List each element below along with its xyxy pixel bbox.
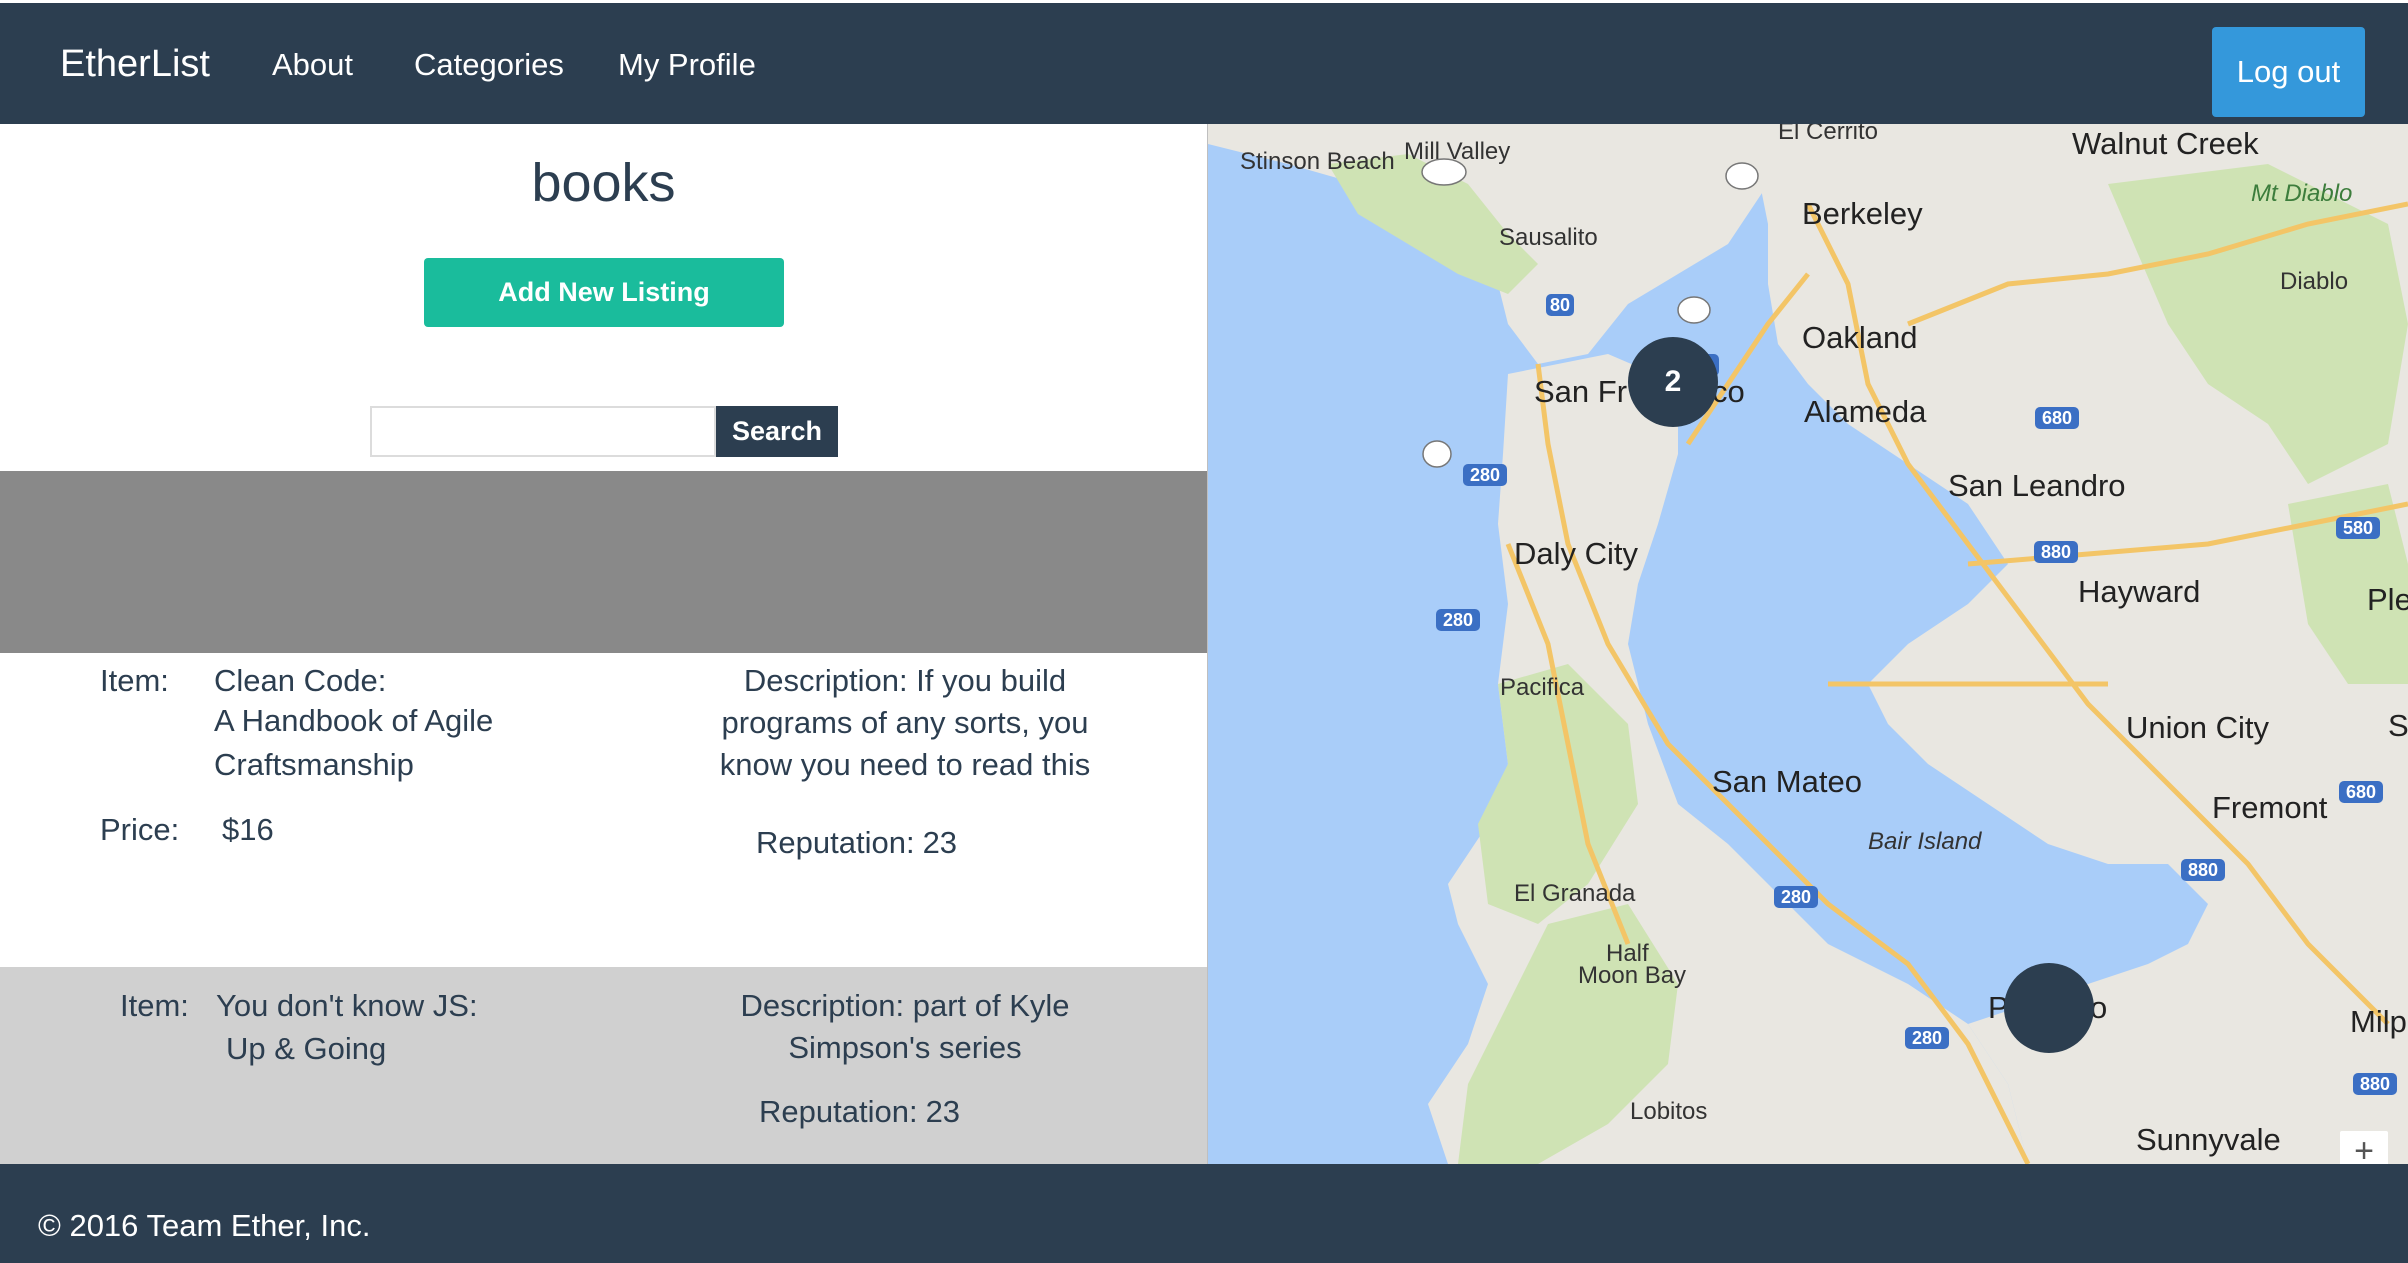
map-label: Oakland — [1802, 320, 1918, 355]
svg-text:580: 580 — [2343, 518, 2373, 538]
nav-categories-link[interactable]: Categories — [414, 47, 564, 83]
map-label: El Granada — [1514, 880, 1636, 907]
item-label: Item: — [100, 663, 169, 698]
map-label: Diablo — [2280, 268, 2349, 295]
map-label: Plea — [2367, 582, 2408, 617]
map-label: Milpi — [2350, 1004, 2408, 1039]
nav-my-profile-link[interactable]: My Profile — [618, 47, 756, 83]
map-label: San Fr — [1534, 374, 1628, 409]
map-label: Lobitos — [1630, 1098, 1708, 1125]
listing-item[interactable]: Item: You don't know JS: Up & Going Desc… — [0, 967, 1207, 1164]
map-label: Mill Valley — [1404, 138, 1511, 165]
description-line: know you need to read this — [719, 747, 1091, 782]
svg-text:880: 880 — [2188, 860, 2218, 880]
map-label: El Cerrito — [1778, 124, 1879, 145]
item-title-line: A Handbook of Agile — [214, 703, 494, 738]
item-title-line: Craftsmanship — [214, 747, 414, 782]
footer-copyright: © 2016 Team Ether, Inc. — [38, 1208, 371, 1243]
map-label: Moon Bay — [1578, 962, 1687, 989]
reputation-value: 23 — [925, 1094, 961, 1129]
price-value: $16 — [222, 812, 274, 847]
map-label: Daly City — [1514, 536, 1639, 571]
reputation-value: 23 — [922, 825, 958, 860]
map-label: Pacifica — [1500, 674, 1585, 701]
description-line: programs of any sorts, you — [721, 705, 1089, 740]
svg-text:280: 280 — [1781, 887, 1811, 907]
nav-about-link[interactable]: About — [272, 47, 353, 83]
map-tiles: 80 580 280 680 580 880 280 680 880 280 2… — [1208, 124, 2408, 1164]
svg-text:80: 80 — [1550, 295, 1570, 315]
item-title-line: Up & Going — [226, 1031, 387, 1066]
footer: © 2016 Team Ether, Inc. — [0, 1164, 2408, 1263]
map-view[interactable]: 80 580 280 680 580 880 280 680 880 280 2… — [1208, 124, 2408, 1164]
reputation: Reputation: 23 — [756, 821, 957, 864]
svg-text:680: 680 — [2346, 782, 2376, 802]
item-title-line: You don't know JS: — [216, 988, 478, 1023]
map-label: Berkeley — [1802, 196, 1923, 231]
map-label: Alameda — [1804, 394, 1927, 429]
listing-item[interactable]: Item: Clean Code: A Handbook of Agile Cr… — [0, 653, 1207, 967]
reputation-label: Reputation: — [756, 825, 915, 860]
page-title: books — [531, 153, 676, 213]
svg-text:680: 680 — [2042, 408, 2072, 428]
svg-text:280: 280 — [1470, 465, 1500, 485]
svg-text:280: 280 — [1912, 1028, 1942, 1048]
item-label: Item: — [120, 988, 189, 1023]
map-label: Stinson Beach — [1240, 148, 1395, 175]
search-input[interactable] — [370, 406, 716, 457]
map-label: Sausalito — [1499, 224, 1598, 251]
logout-button[interactable]: Log out — [2212, 27, 2365, 117]
map-label: Union City — [2126, 710, 2269, 745]
brand-logo[interactable]: EtherList — [60, 43, 210, 86]
map-label: San Leandro — [1948, 468, 2126, 503]
item-title-line: Clean Code: — [214, 663, 387, 698]
listing-image-placeholder — [0, 471, 1207, 653]
description-line: Description: part of Kyle — [740, 988, 1070, 1023]
price-label: Price: — [100, 812, 180, 847]
map-label: San Mateo — [1712, 764, 1862, 799]
map-label: Mt Diablo — [2251, 180, 2353, 207]
map-label: Su — [2388, 708, 2408, 743]
svg-text:880: 880 — [2041, 542, 2071, 562]
map-label: Sunnyvale — [2136, 1122, 2281, 1157]
map-label: Fremont — [2212, 790, 2328, 825]
map-cluster-marker[interactable] — [2004, 963, 2094, 1053]
map-label: Bair Island — [1868, 828, 1982, 855]
reputation-label: Reputation: — [759, 1094, 918, 1129]
description-line: Description: If you build — [743, 663, 1067, 698]
svg-text:280: 280 — [1443, 610, 1473, 630]
description-line: Simpson's series — [788, 1030, 1022, 1065]
svg-text:880: 880 — [2360, 1074, 2390, 1094]
add-new-listing-button[interactable]: Add New Listing — [424, 258, 784, 327]
map-label: Walnut Creek — [2072, 126, 2259, 161]
search-button[interactable]: Search — [716, 406, 838, 457]
navbar: EtherList About Categories My Profile Lo… — [0, 0, 2408, 124]
map-cluster-marker[interactable]: 2 — [1628, 337, 1718, 427]
reputation: Reputation: 23 — [759, 1090, 960, 1133]
map-label: Hayward — [2078, 574, 2201, 609]
